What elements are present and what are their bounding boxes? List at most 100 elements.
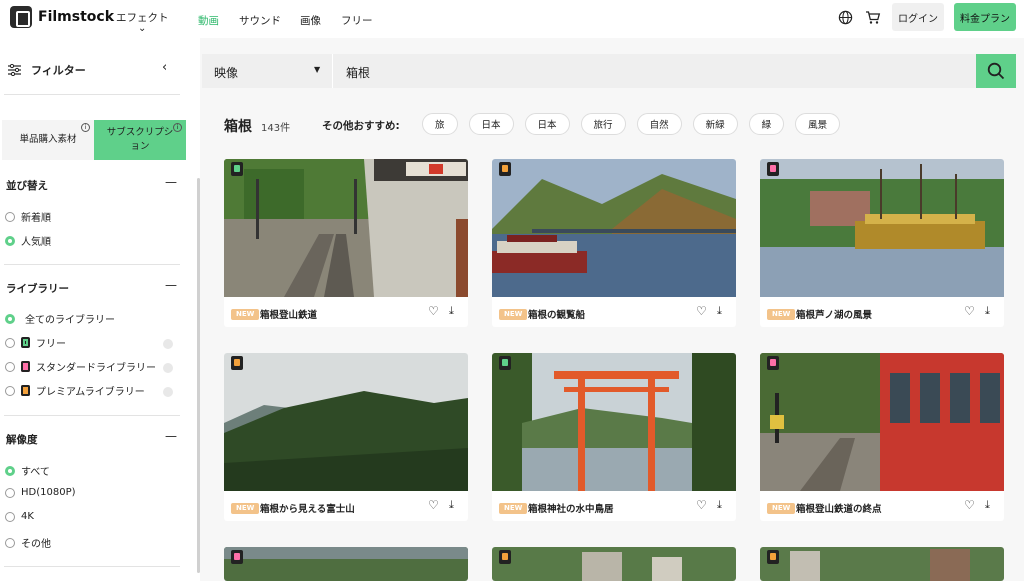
info-icon[interactable]: i — [81, 123, 90, 132]
divider — [4, 264, 180, 265]
logo[interactable]: Filmstock — [10, 6, 114, 28]
video-thumbnail[interactable] — [224, 159, 468, 297]
video-card[interactable]: NEW 箱根から見える富士山 ♡ ⤓ — [224, 353, 468, 521]
filter-sliders-icon — [8, 64, 21, 76]
tab-subscription-label: サブスクリプション — [106, 127, 174, 152]
info-icon[interactable]: i — [173, 123, 182, 132]
search-category-select[interactable]: 映像 — [214, 64, 238, 81]
header-actions: ログイン 料金プラン — [836, 3, 1016, 31]
free-library-icon — [499, 356, 511, 370]
library-option-label: スタンダードライブラリー — [36, 363, 156, 374]
caret-down-icon[interactable]: ▼ — [314, 65, 320, 74]
video-thumbnail[interactable] — [492, 159, 736, 297]
globe-icon[interactable] — [836, 8, 854, 26]
premium-library-icon — [767, 550, 779, 564]
sort-option-newest[interactable]: 新着順 — [5, 209, 51, 224]
radio-selected-icon — [5, 313, 15, 324]
video-thumbnail[interactable] — [760, 547, 1004, 581]
download-icon[interactable]: ⤓ — [717, 498, 722, 512]
radio-icon — [5, 511, 15, 522]
video-thumbnail[interactable] — [492, 353, 736, 491]
search-button[interactable] — [976, 54, 1016, 88]
resolution-option-hd[interactable]: HD(1080P) — [5, 487, 76, 498]
tag-chip[interactable]: 緑 — [748, 113, 785, 135]
video-card[interactable]: NEW 箱根登山鉄道の終点 ♡ ⤓ — [760, 353, 1004, 521]
radio-icon — [5, 361, 15, 372]
minus-icon[interactable]: — — [165, 175, 177, 189]
library-option-standard[interactable]: スタンダードライブラリー — [5, 359, 156, 374]
info-icon[interactable] — [163, 387, 173, 397]
collapse-sidebar-icon[interactable]: ‹ — [162, 60, 167, 75]
video-card[interactable] — [760, 547, 1004, 581]
video-card[interactable]: NEW 箱根登山鉄道 ♡ ⤓ — [224, 159, 468, 327]
divider — [4, 415, 180, 416]
video-thumbnail[interactable] — [224, 547, 468, 581]
radio-icon — [5, 537, 15, 548]
sort-option-label: 人気順 — [21, 237, 51, 248]
premium-library-icon — [499, 162, 511, 176]
library-option-free[interactable]: フリー — [5, 335, 66, 350]
new-badge: NEW — [767, 309, 796, 320]
resolution-option-other[interactable]: その他 — [5, 535, 51, 550]
heart-icon[interactable]: ♡ — [696, 304, 707, 318]
download-icon[interactable]: ⤓ — [985, 498, 990, 512]
download-icon[interactable]: ⤓ — [449, 304, 454, 318]
new-badge: NEW — [499, 309, 528, 320]
tag-chip[interactable]: 旅行 — [580, 113, 626, 135]
heart-icon[interactable]: ♡ — [964, 304, 975, 318]
nav-video[interactable]: 動画 — [198, 13, 219, 28]
video-card[interactable] — [492, 547, 736, 581]
minus-icon[interactable]: — — [165, 278, 177, 292]
info-icon[interactable] — [163, 363, 173, 373]
free-library-icon — [21, 337, 30, 348]
video-card[interactable]: NEW 箱根の観覧船 ♡ ⤓ — [492, 159, 736, 327]
nav-sound[interactable]: サウンド — [239, 13, 281, 28]
library-option-premium[interactable]: プレミアムライブラリー — [5, 383, 145, 398]
nav-effect[interactable]: エフェクト ⌄ — [116, 10, 169, 34]
video-card[interactable]: NEW 箱根神社の水中鳥居 ♡ ⤓ — [492, 353, 736, 521]
heart-icon[interactable]: ♡ — [964, 498, 975, 512]
tag-chip[interactable]: 旅 — [422, 113, 458, 135]
heart-icon[interactable]: ♡ — [428, 498, 439, 512]
radio-icon — [5, 211, 15, 222]
pricing-plan-button[interactable]: 料金プラン — [954, 3, 1016, 31]
tag-chip[interactable]: 日本 — [468, 113, 514, 135]
radio-selected-icon — [5, 235, 15, 246]
download-icon[interactable]: ⤓ — [985, 304, 990, 318]
resolution-option-4k[interactable]: 4K — [5, 511, 34, 522]
nav-free[interactable]: フリー — [341, 13, 373, 28]
heart-icon[interactable]: ♡ — [696, 498, 707, 512]
tag-chip[interactable]: 日本 — [524, 113, 570, 135]
nav-image[interactable]: 画像 — [300, 13, 321, 28]
library-title: ライブラリー — [6, 283, 69, 295]
cart-icon[interactable] — [864, 8, 882, 26]
free-library-icon — [231, 162, 243, 176]
video-thumbnail[interactable] — [224, 353, 468, 491]
info-icon[interactable] — [163, 339, 173, 349]
download-icon[interactable]: ⤓ — [717, 304, 722, 318]
search-input[interactable]: 箱根 — [346, 64, 370, 81]
video-card[interactable]: NEW 箱根芦ノ湖の風景 ♡ ⤓ — [760, 159, 1004, 327]
tag-chip[interactable]: 自然 — [636, 113, 682, 135]
top-header: Filmstock エフェクト ⌄ 動画 サウンド 画像 フリー ログイン 料金… — [0, 0, 1024, 38]
tag-chip[interactable]: 風景 — [795, 113, 841, 135]
resolution-option-all[interactable]: すべて — [5, 463, 50, 478]
sort-option-popular[interactable]: 人気順 — [5, 233, 51, 248]
logo-text: Filmstock — [38, 9, 115, 25]
video-card[interactable] — [224, 547, 468, 581]
heart-icon[interactable]: ♡ — [428, 304, 439, 318]
radio-icon — [5, 487, 15, 498]
library-option-all[interactable]: 全てのライブラリー — [5, 311, 115, 326]
video-thumbnail[interactable] — [760, 159, 1004, 297]
standard-library-icon — [21, 361, 30, 372]
video-thumbnail[interactable] — [492, 547, 736, 581]
tab-single-label: 単品購入素材 — [19, 134, 77, 145]
tag-chip[interactable]: 新緑 — [692, 113, 738, 135]
minus-icon[interactable]: — — [165, 429, 177, 443]
video-thumbnail[interactable] — [760, 353, 1004, 491]
download-icon[interactable]: ⤓ — [449, 498, 454, 512]
login-button[interactable]: ログイン — [892, 3, 944, 31]
tab-subscription[interactable]: サブスクリプション i — [94, 120, 186, 160]
tab-single-purchase[interactable]: 単品購入素材 i — [2, 120, 94, 160]
card-title: 箱根登山鉄道の終点 — [796, 504, 882, 515]
